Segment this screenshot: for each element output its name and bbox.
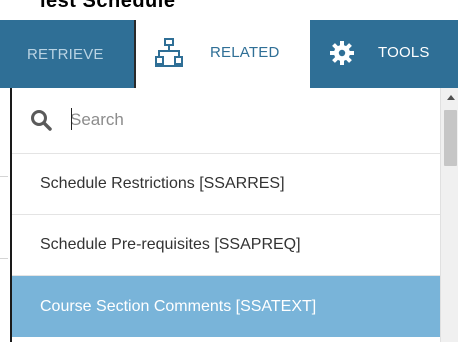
menu-item-label: Schedule Pre-requisites [SSAPREQ] <box>40 236 301 253</box>
toolbar: RETRIEVE RELATED TOOLS <box>0 20 458 88</box>
sitemap-icon <box>155 38 183 67</box>
related-dropdown-panel: Schedule Restrictions [SSARRES] Schedule… <box>10 88 458 342</box>
search-icon <box>31 110 52 131</box>
tab-tools-label: TOOLS <box>378 44 430 61</box>
scroll-up-button[interactable] <box>441 88 458 106</box>
search-row <box>12 88 440 154</box>
text-caret <box>71 108 72 130</box>
menu-item-label: Course Section Comments [SSATEXT] <box>40 297 317 315</box>
top-fragment-text: lest Schedule <box>40 0 176 12</box>
menu-item-schedule-prerequisites[interactable]: Schedule Pre-requisites [SSAPREQ] <box>12 215 440 276</box>
search-input[interactable] <box>60 106 420 134</box>
tab-retrieve-label: RETRIEVE <box>27 45 104 63</box>
top-strip: lest Schedule <box>0 0 458 20</box>
menu-item-schedule-restrictions[interactable]: Schedule Restrictions [SSARRES] <box>12 154 440 215</box>
menu-item-course-section-comments[interactable]: Course Section Comments [SSATEXT] <box>12 276 440 337</box>
scrollbar[interactable] <box>440 88 458 342</box>
gear-icon <box>330 41 354 65</box>
tab-tools[interactable]: TOOLS <box>310 20 458 88</box>
tab-related[interactable]: RELATED <box>134 20 310 88</box>
tab-related-label: RELATED <box>210 44 280 61</box>
scrollbar-thumb[interactable] <box>444 110 457 166</box>
chevron-up-icon <box>447 94 455 100</box>
form-divider <box>0 176 8 177</box>
form-divider <box>0 258 8 259</box>
background-form-edge <box>0 88 10 342</box>
menu-item-label: Schedule Restrictions [SSARRES] <box>40 175 285 192</box>
tab-retrieve[interactable]: RETRIEVE <box>0 20 134 88</box>
